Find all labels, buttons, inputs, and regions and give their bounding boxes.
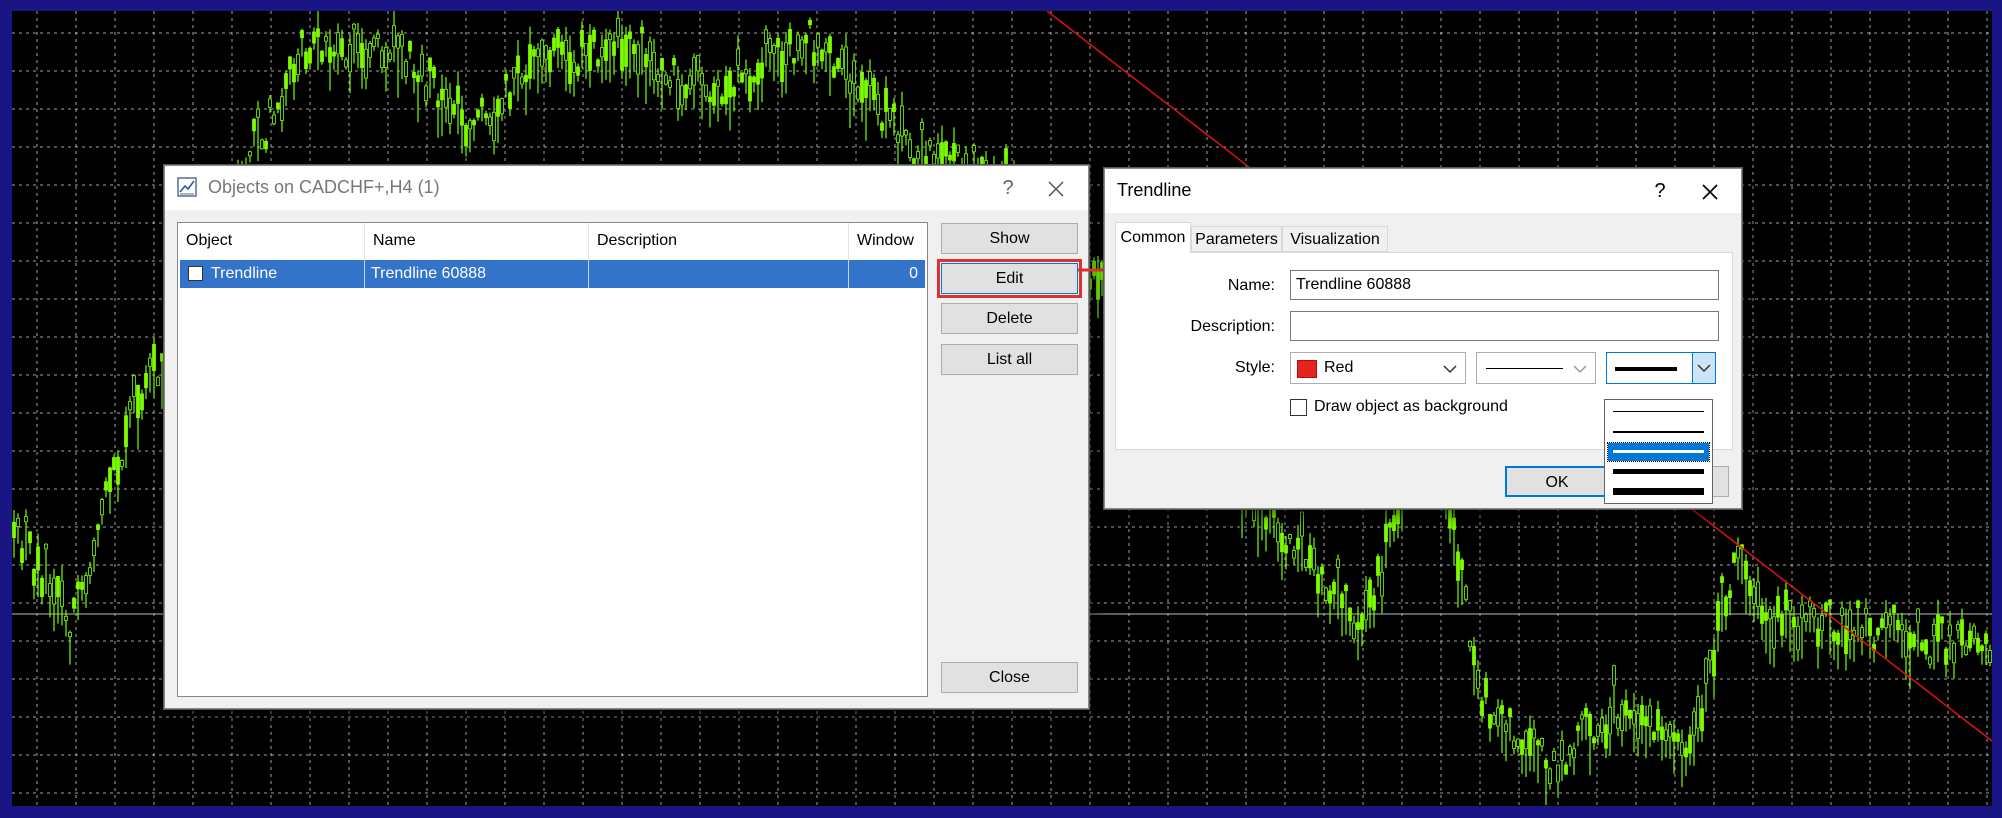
line-width-option-5[interactable] [1608, 483, 1709, 501]
row-checkbox[interactable] [188, 266, 203, 281]
name-field[interactable]: Trendline 60888 [1290, 270, 1719, 300]
help-icon[interactable]: ? [1641, 175, 1679, 207]
color-select[interactable]: Red [1290, 352, 1466, 384]
description-field[interactable] [1290, 311, 1719, 341]
background-checkbox[interactable] [1290, 399, 1307, 416]
column-header-object[interactable]: Object [178, 223, 365, 259]
line-width-dropdown-button[interactable] [1692, 353, 1715, 383]
line-width-select[interactable] [1606, 352, 1716, 384]
close-button[interactable]: Close [941, 662, 1078, 693]
objects-list[interactable]: Object Name Description Window Trendline… [177, 222, 928, 697]
tab-parameters[interactable]: Parameters [1191, 226, 1282, 252]
line-style-preview [1486, 368, 1563, 369]
line-width-option-1[interactable] [1608, 403, 1709, 421]
line-style-select[interactable] [1476, 352, 1596, 384]
row-object-label: Trendline [211, 265, 278, 282]
description-label: Description: [1190, 318, 1275, 335]
chart-icon [177, 177, 197, 197]
row-name-cell: Trendline 60888 [365, 260, 589, 288]
objects-dialog-titlebar[interactable]: Objects on CADCHF+,H4 (1) ? [165, 166, 1088, 210]
objects-dialog: Objects on CADCHF+,H4 (1) ? Object Name … [164, 165, 1089, 709]
table-row[interactable]: Trendline Trendline 60888 0 [180, 260, 925, 288]
line-width-sample [1613, 431, 1704, 433]
chevron-down-icon [1443, 365, 1457, 374]
objects-dialog-title: Objects on CADCHF+,H4 (1) [208, 177, 440, 197]
row-object-cell: Trendline [180, 260, 365, 288]
delete-button[interactable]: Delete [941, 303, 1078, 334]
line-width-dropdown-list[interactable] [1604, 399, 1713, 504]
column-header-window[interactable]: Window [849, 223, 927, 259]
edit-highlight-box [937, 259, 1082, 298]
chevron-down-icon [1573, 365, 1587, 374]
line-width-sample [1613, 450, 1704, 453]
column-header-name[interactable]: Name [365, 223, 589, 259]
style-label: Style: [1234, 359, 1275, 376]
close-icon[interactable] [1691, 175, 1729, 207]
column-header-description[interactable]: Description [589, 223, 849, 259]
line-width-sample [1613, 411, 1704, 412]
color-swatch [1297, 360, 1317, 378]
line-width-option-3[interactable] [1607, 442, 1710, 462]
help-icon[interactable]: ? [989, 172, 1027, 204]
ok-button[interactable]: OK [1505, 466, 1609, 497]
close-icon[interactable] [1037, 172, 1075, 204]
background-checkbox-label[interactable]: Draw object as background [1314, 398, 1508, 416]
line-width-sample [1613, 469, 1704, 474]
name-label: Name: [1227, 277, 1275, 294]
color-select-value: Red [1324, 359, 1354, 376]
line-width-option-4[interactable] [1608, 463, 1709, 481]
show-button[interactable]: Show [941, 223, 1078, 254]
line-width-sample [1613, 488, 1704, 495]
row-window-cell: 0 [909, 265, 918, 282]
chevron-down-icon [1697, 364, 1711, 373]
tab-common[interactable]: Common [1115, 222, 1191, 253]
tab-visualization[interactable]: Visualization [1282, 226, 1388, 252]
trendline-dialog-titlebar[interactable]: Trendline ? [1105, 169, 1741, 213]
row-description-cell [589, 260, 849, 288]
list-all-button[interactable]: List all [941, 344, 1078, 375]
trendline-dialog-title: Trendline [1117, 180, 1192, 200]
line-width-preview [1615, 367, 1677, 371]
line-width-option-2[interactable] [1608, 423, 1709, 441]
